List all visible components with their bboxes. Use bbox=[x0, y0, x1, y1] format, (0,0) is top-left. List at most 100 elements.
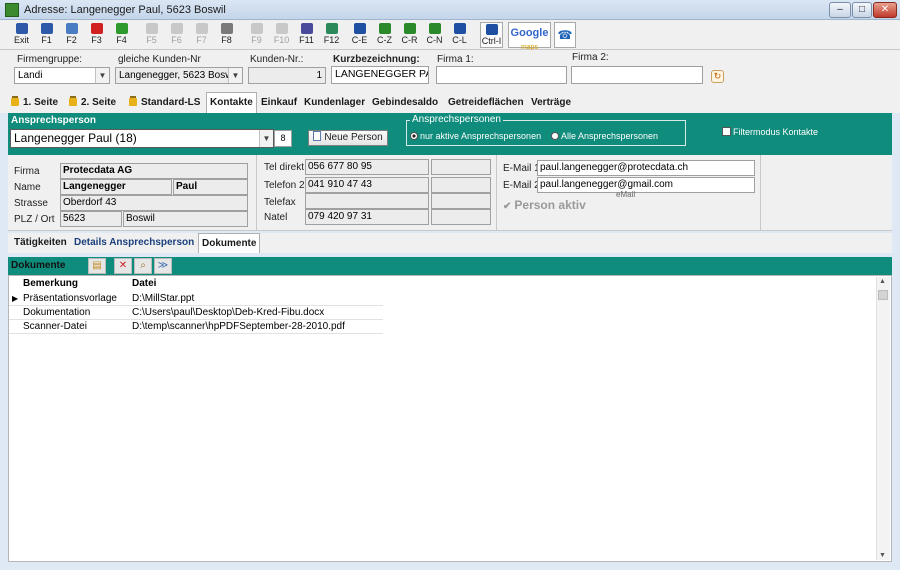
email2-field[interactable]: paul.langenegger@gmail.com bbox=[537, 177, 755, 193]
table-row[interactable]: ▶ Präsentationsvorlage D:\MillStar.ppt bbox=[9, 292, 383, 306]
name-last-field[interactable]: Langenegger bbox=[60, 179, 172, 195]
tab-einkauf[interactable]: Einkauf bbox=[258, 93, 300, 113]
email2-label: E-Mail 2 bbox=[503, 180, 540, 191]
toolbar-button-f8[interactable]: F8 bbox=[215, 22, 238, 48]
tel-direkt-extra[interactable] bbox=[431, 159, 491, 175]
google-maps-button[interactable]: Google maps bbox=[508, 22, 551, 51]
tab-label: Standard-LS bbox=[141, 97, 201, 108]
tab-kontakte[interactable]: Kontakte bbox=[206, 92, 257, 113]
search-icon[interactable]: ⌕ bbox=[134, 258, 152, 274]
scroll-down-icon[interactable]: ▼ bbox=[879, 552, 886, 559]
table-row[interactable]: Scanner-Datei D:\temp\scanner\hpPDFSeptem… bbox=[9, 320, 383, 334]
delete-icon[interactable]: ✕ bbox=[114, 258, 132, 274]
cell-datei: D:\temp\scanner\hpPDFSeptember-28-2010.p… bbox=[132, 321, 345, 332]
firma2-field[interactable] bbox=[571, 66, 703, 84]
kundennr-field[interactable]: 1 bbox=[248, 67, 326, 84]
plz-field[interactable]: 5623 bbox=[60, 211, 122, 227]
lock-icon bbox=[11, 98, 19, 106]
kurzbezeichnung-field[interactable]: LANGENEGGER PAUL bbox=[331, 66, 429, 84]
toolbar-button-label: F10 bbox=[273, 35, 290, 45]
subtab-tätigkeiten[interactable]: Tätigkeiten bbox=[11, 233, 70, 253]
tab-1-seite[interactable]: 1. Seite bbox=[8, 93, 61, 113]
firma-field[interactable]: Protecdata AG bbox=[60, 163, 248, 179]
new-doc-icon bbox=[65, 23, 78, 34]
column-header-bemerkung[interactable]: Bemerkung bbox=[23, 278, 78, 289]
filtermodus-label: Filtermodus Kontakte bbox=[733, 127, 819, 137]
gleiche-kundennr-value: Langenegger, 5623 Boswil bbox=[119, 70, 237, 81]
tab-kundenlager[interactable]: Kundenlager bbox=[301, 93, 368, 113]
toolbar-button-label: Ctrl-I bbox=[481, 36, 502, 46]
natel-field[interactable]: 079 420 97 31 bbox=[305, 209, 429, 225]
toolbar-button-f4[interactable]: F4 bbox=[110, 22, 133, 48]
firmengruppe-select[interactable]: Landi ▼ bbox=[14, 67, 110, 84]
toolbar-button-f6[interactable]: F6 bbox=[165, 22, 188, 48]
nav-first-icon bbox=[353, 23, 366, 34]
telefax-field[interactable] bbox=[305, 193, 429, 209]
scroll-up-icon[interactable]: ▲ bbox=[879, 278, 886, 285]
tool-icon bbox=[170, 23, 183, 34]
toolbar-button-c-r[interactable]: C-R bbox=[398, 22, 421, 48]
toolbar-button-f1[interactable]: F1 bbox=[35, 22, 58, 48]
telefon2-field[interactable]: 041 910 47 43 bbox=[305, 177, 429, 193]
help-icon bbox=[40, 23, 53, 34]
toolbar-button-f5[interactable]: F5 bbox=[140, 22, 163, 48]
toolbar-button-f12[interactable]: F12 bbox=[320, 22, 343, 48]
strasse-field[interactable]: Oberdorf 43 bbox=[60, 195, 248, 211]
contact-info-area: Firma Protecdata AG Name Langenegger Pau… bbox=[8, 155, 892, 231]
column-header-datei[interactable]: Datei bbox=[132, 278, 156, 289]
gleiche-kundennr-select[interactable]: Langenegger, 5623 Boswil ▼ bbox=[115, 67, 243, 84]
forward-icon[interactable]: ≫ bbox=[154, 258, 172, 274]
radio-active-persons[interactable]: nur aktive Ansprechspersonen bbox=[410, 131, 541, 141]
toolbar-button-c-z[interactable]: C-Z bbox=[373, 22, 396, 48]
subtab-details-ansprechsperson[interactable]: Details Ansprechsperson bbox=[71, 233, 197, 253]
toolbar-button-c-e[interactable]: C-E bbox=[348, 22, 371, 48]
telefon2-extra[interactable] bbox=[431, 177, 491, 193]
tab-standard-ls[interactable]: Standard-LS bbox=[126, 93, 203, 113]
window-title: Adresse: Langenegger Paul, 5623 Boswil bbox=[24, 4, 226, 16]
toolbar-button-label: C-R bbox=[401, 35, 418, 45]
open-folder-icon[interactable]: ▤ bbox=[88, 258, 106, 274]
table-row[interactable]: Dokumentation C:\Users\paul\Desktop\Deb-K… bbox=[9, 306, 383, 320]
minimize-button[interactable]: – bbox=[829, 2, 851, 18]
tab-getreideflächen[interactable]: Getreideflächen bbox=[445, 93, 527, 113]
close-button[interactable]: ✕ bbox=[873, 2, 897, 18]
toolbar-button-f11[interactable]: F11 bbox=[295, 22, 318, 48]
firma1-field[interactable] bbox=[436, 66, 567, 84]
scroll-thumb[interactable] bbox=[878, 290, 888, 300]
lock-icon bbox=[129, 98, 137, 106]
maximize-button[interactable]: □ bbox=[852, 2, 872, 18]
toolbar-button-f7[interactable]: F7 bbox=[190, 22, 213, 48]
toolbar-button-c-l[interactable]: C-L bbox=[448, 22, 471, 48]
toolbar-button-c-n[interactable]: C-N bbox=[423, 22, 446, 48]
tab-verträge[interactable]: Verträge bbox=[528, 93, 574, 113]
subtab-dokumente[interactable]: Dokumente bbox=[198, 233, 261, 253]
toolbar-buttons: Exit F1 F2 F3 F4 F5 F6 F7 F8 F9 F10 F11 F12 C-E C-Z C-R… bbox=[0, 20, 510, 50]
new-person-button[interactable]: Neue Person bbox=[308, 130, 388, 146]
toolbar-button-f9[interactable]: F9 bbox=[245, 22, 268, 48]
vertical-scrollbar[interactable]: ▲ ▼ bbox=[876, 277, 890, 560]
toolbar-button-label: C-N bbox=[426, 35, 443, 45]
person-select[interactable]: Langenegger Paul (18) ▼ bbox=[10, 129, 274, 148]
email1-field[interactable]: paul.langenegger@protecdata.ch bbox=[537, 160, 755, 176]
ort-field[interactable]: Boswil bbox=[123, 211, 248, 227]
natel-extra[interactable] bbox=[431, 209, 491, 225]
toolbar-button-f10[interactable]: F10 bbox=[270, 22, 293, 48]
filtermodus-checkbox[interactable]: Filtermodus Kontakte bbox=[722, 127, 818, 137]
new-person-label: Neue Person bbox=[324, 132, 383, 143]
person-aktiv-checkbox[interactable]: ✔ Person aktiv bbox=[503, 198, 586, 212]
toolbar-button-label: F2 bbox=[66, 35, 77, 45]
phone-icon[interactable]: ☎ bbox=[554, 22, 576, 48]
tel-direkt-field[interactable]: 056 677 80 95 bbox=[305, 159, 429, 175]
toolbar-button-f3[interactable]: F3 bbox=[85, 22, 108, 48]
radio-all-persons[interactable]: Alle Ansprechspersonen bbox=[551, 131, 658, 141]
name-first-field[interactable]: Paul bbox=[173, 179, 248, 195]
toolbar-button-exit[interactable]: Exit bbox=[10, 22, 33, 48]
toolbar-button-f2[interactable]: F2 bbox=[60, 22, 83, 48]
toolbar-button-ctrl-i[interactable]: Ctrl-I bbox=[480, 22, 503, 48]
telefax-extra[interactable] bbox=[431, 193, 491, 209]
person-aktiv-label: Person aktiv bbox=[514, 198, 586, 212]
tab-2-seite[interactable]: 2. Seite bbox=[66, 93, 119, 113]
refresh-icon[interactable]: ↻ bbox=[711, 70, 724, 83]
tab-gebindesaldo[interactable]: Gebindesaldo bbox=[369, 93, 441, 113]
cell-bemerkung: Präsentationsvorlage bbox=[23, 293, 117, 304]
